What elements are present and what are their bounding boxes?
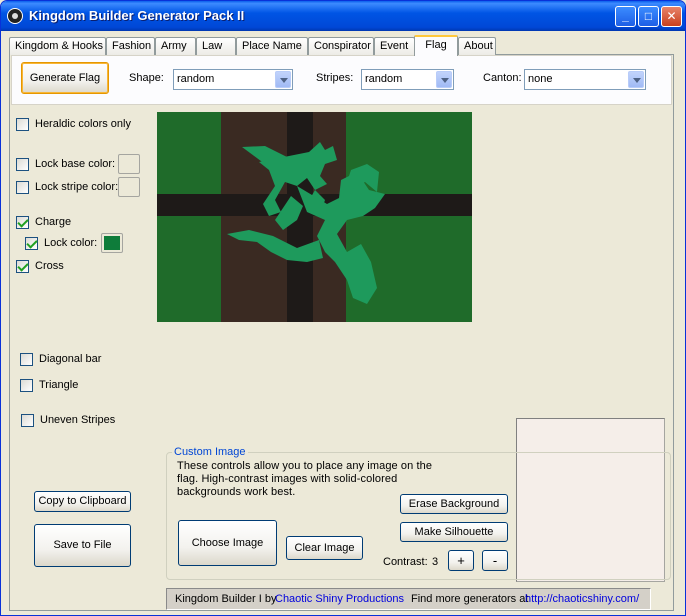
triangle-label: Triangle — [39, 379, 79, 391]
maximize-button[interactable]: □ — [638, 6, 659, 27]
tab-place-name[interactable]: Place Name — [236, 37, 308, 55]
canton-value: none — [528, 73, 553, 85]
contrast-label: Contrast: — [383, 556, 428, 568]
charge-label: Charge — [35, 216, 72, 228]
cross-label: Cross — [35, 260, 64, 272]
canton-select[interactable]: none — [524, 69, 646, 90]
chevron-down-icon[interactable] — [436, 71, 452, 88]
charge-color-fill — [104, 236, 120, 250]
choose-image-button[interactable]: Choose Image — [178, 520, 277, 566]
tab-flag[interactable]: Flag — [414, 35, 458, 56]
credit-link[interactable]: Chaotic Shiny Productions — [275, 593, 404, 605]
base-color-swatch[interactable] — [118, 154, 140, 174]
status-more-text: Find more generators at — [411, 593, 529, 605]
save-to-file-button[interactable]: Save to File — [34, 524, 131, 567]
minimize-button[interactable]: _ — [615, 6, 636, 27]
custom-image-help: These controls allow you to place any im… — [177, 460, 433, 498]
generate-flag-button[interactable]: Generate Flag — [21, 62, 109, 94]
heraldic-checkbox[interactable] — [16, 118, 29, 131]
app-window: Kingdom Builder Generator Pack II _ □ ✕ … — [0, 0, 686, 616]
canton-label: Canton: — [483, 72, 522, 84]
flag-image — [157, 112, 472, 322]
copy-to-clipboard-button[interactable]: Copy to Clipboard — [34, 491, 131, 512]
lock-color-label: Lock color: — [44, 237, 98, 249]
charge-color-swatch[interactable] — [101, 233, 123, 253]
custom-image-title: Custom Image — [172, 446, 248, 458]
tab-kingdom-hooks[interactable]: Kingdom & Hooks — [9, 37, 106, 55]
diagonal-bar-label: Diagonal bar — [39, 353, 102, 365]
stripe-color-swatch[interactable] — [118, 177, 140, 197]
chevron-down-icon[interactable] — [275, 71, 291, 88]
cross-checkbox[interactable] — [16, 260, 29, 273]
tab-law[interactable]: Law — [196, 37, 236, 55]
uneven-stripes-checkbox[interactable] — [21, 414, 34, 427]
charge-checkbox[interactable] — [16, 216, 29, 229]
triangle-checkbox[interactable] — [20, 379, 33, 392]
stripes-label: Stripes: — [316, 72, 354, 84]
diagonal-bar-checkbox[interactable] — [20, 353, 33, 366]
status-bar: Kingdom Builder I by Chaotic Shiny Produ… — [166, 588, 651, 610]
title-bar[interactable]: Kingdom Builder Generator Pack II _ □ ✕ — [1, 1, 685, 31]
stripes-value: random — [365, 73, 403, 85]
contrast-decrease-button[interactable]: - — [482, 550, 508, 571]
tab-about[interactable]: About — [458, 37, 496, 55]
status-credit-prefix: Kingdom Builder I by — [175, 593, 277, 605]
uneven-stripes-label: Uneven Stripes — [40, 414, 116, 426]
heraldic-label: Heraldic colors only — [35, 118, 131, 130]
lock-charge-color-checkbox[interactable] — [25, 237, 38, 250]
tab-army[interactable]: Army — [155, 37, 196, 55]
chevron-down-icon[interactable] — [628, 71, 644, 88]
window-title: Kingdom Builder Generator Pack II — [29, 8, 245, 23]
stripes-select[interactable]: random — [361, 69, 454, 90]
tab-conspirator[interactable]: Conspirator — [308, 37, 374, 55]
lock-base-checkbox[interactable] — [16, 158, 29, 171]
website-link[interactable]: http://chaoticshiny.com/ — [525, 593, 639, 605]
tab-fashion[interactable]: Fashion — [106, 37, 155, 55]
close-button[interactable]: ✕ — [661, 6, 682, 27]
make-silhouette-button[interactable]: Make Silhouette — [400, 522, 508, 542]
shape-value: random — [177, 73, 215, 85]
shape-label: Shape: — [129, 72, 164, 84]
lock-stripe-checkbox[interactable] — [16, 181, 29, 194]
app-icon — [7, 8, 23, 24]
lock-base-label: Lock base color: — [35, 158, 116, 170]
tab-event[interactable]: Event — [374, 37, 415, 55]
contrast-value: 3 — [432, 556, 439, 568]
shape-select[interactable]: random — [173, 69, 293, 90]
erase-background-button[interactable]: Erase Background — [400, 494, 508, 514]
clear-image-button[interactable]: Clear Image — [286, 536, 363, 560]
lock-stripe-label: Lock stripe color: — [35, 181, 119, 193]
contrast-increase-button[interactable]: + — [448, 550, 474, 571]
